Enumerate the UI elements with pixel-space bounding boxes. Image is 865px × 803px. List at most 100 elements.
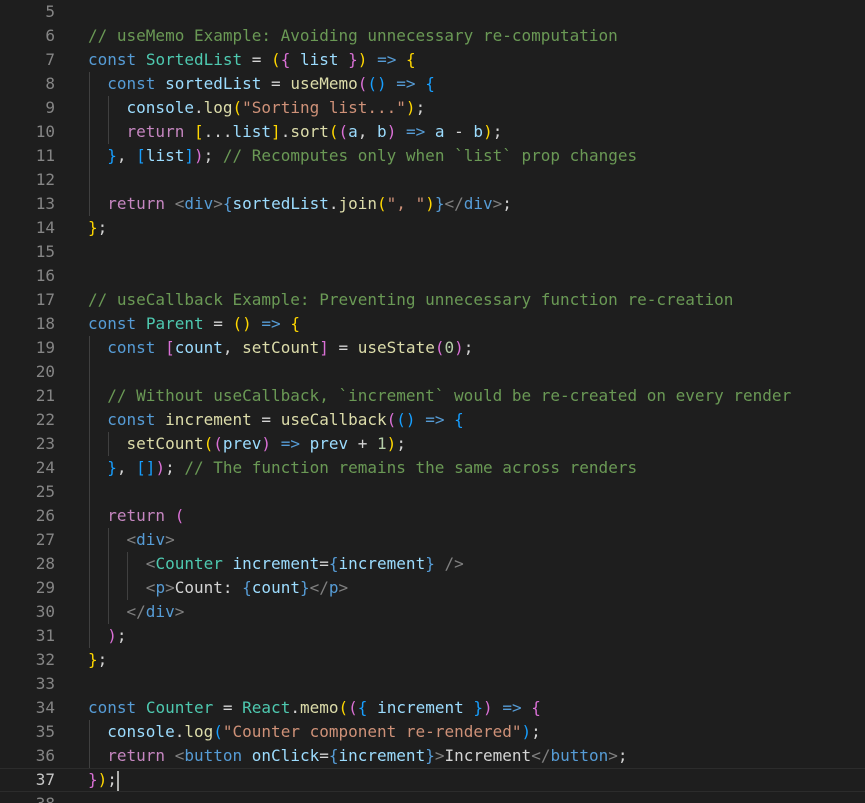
line-code[interactable]: console.log("Sorting list..."); [88, 96, 426, 120]
code-token: ) [386, 434, 397, 453]
code-token: ) [193, 146, 204, 165]
code-token: // useCallback Example: Preventing unnec… [88, 290, 734, 309]
code-token: const [88, 50, 137, 69]
code-line[interactable]: 14}; [0, 216, 865, 240]
line-code[interactable]: // useCallback Example: Preventing unnec… [88, 288, 733, 312]
code-line[interactable]: 9 console.log("Sorting list..."); [0, 96, 865, 120]
code-line[interactable]: 27 <div> [0, 528, 865, 552]
line-code[interactable]: ); [88, 624, 126, 648]
code-line[interactable]: 5 [0, 0, 865, 24]
code-line[interactable]: 38 [0, 792, 865, 803]
code-token: div [184, 194, 214, 213]
line-code[interactable]: const Parent = () => { [88, 312, 300, 336]
line-number: 23 [35, 434, 55, 453]
code-token: console [107, 722, 175, 741]
code-token: [ [165, 338, 175, 357]
code-line[interactable]: 20 [0, 360, 865, 384]
code-token: ( [338, 698, 349, 717]
code-line[interactable]: 32}; [0, 648, 865, 672]
line-number: 26 [35, 506, 55, 525]
code-line[interactable]: 18 const Parent = () => { [0, 312, 865, 336]
code-line[interactable]: 12 [0, 168, 865, 192]
line-code[interactable]: console.log("Counter component re-render… [88, 720, 541, 744]
line-number: 8 [45, 74, 55, 93]
code-token: ] [319, 338, 329, 357]
code-token: { [531, 698, 541, 717]
line-code[interactable]: return [...list].sort((a, b) => a - b); [88, 120, 503, 144]
line-code[interactable]: // useMemo Example: Avoiding unnecessary… [88, 24, 618, 48]
code-token: ] [271, 122, 281, 141]
code-token: => [425, 410, 445, 429]
code-token: </ [126, 602, 146, 621]
code-line[interactable]: 36 return <button onClick={increment}>In… [0, 744, 865, 768]
line-code[interactable]: const [count, setCount] = useState(0); [88, 336, 473, 360]
code-line[interactable]: 24 }, []); // The function remains the s… [0, 456, 865, 480]
line-code[interactable]: const sortedList = useMemo(() => { [88, 72, 435, 96]
code-line[interactable]: 7 const SortedList = ({ list }) => { [0, 48, 865, 72]
code-line[interactable]: 13 return <div>{sortedList.join(", ")}</… [0, 192, 865, 216]
code-editor[interactable]: 5 6 // useMemo Example: Avoiding unnecessa… [0, 0, 865, 803]
line-code[interactable]: return ( [88, 504, 184, 528]
code-token: = [242, 50, 272, 69]
code-line[interactable]: 37}); [0, 768, 865, 792]
line-code[interactable]: <p>Count: {count}</p> [88, 576, 348, 600]
code-token: increment [232, 554, 320, 573]
line-code[interactable]: <Counter increment={increment} /> [88, 552, 464, 576]
line-code[interactable]: </div> [88, 600, 185, 624]
line-code[interactable]: const SortedList = ({ list }) => { [88, 48, 416, 72]
code-line[interactable]: 6 // useMemo Example: Avoiding unnecessar… [0, 24, 865, 48]
code-line[interactable]: 17 // useCallback Example: Preventing unn… [0, 288, 865, 312]
code-line[interactable]: 8 const sortedList = useMemo(() => { [0, 72, 865, 96]
line-number: 24 [35, 458, 55, 477]
line-code[interactable]: <div> [88, 528, 175, 552]
code-line[interactable]: 25 [0, 480, 865, 504]
line-code[interactable]: // Without useCallback, `increment` woul… [88, 384, 791, 408]
code-line[interactable]: 28 <Counter increment={increment} /> [0, 552, 865, 576]
line-code[interactable]: }); [88, 769, 119, 791]
line-code[interactable]: }, [list]); // Recomputes only when `lis… [88, 144, 637, 168]
code-token: console [126, 98, 194, 117]
code-token: list [299, 50, 339, 69]
code-line[interactable]: 21 // Without useCallback, `increment` w… [0, 384, 865, 408]
line-code[interactable]: const increment = useCallback(() => { [88, 408, 463, 432]
code-line[interactable]: 16 [0, 264, 865, 288]
code-line[interactable]: 19 const [count, setCount] = useState(0)… [0, 336, 865, 360]
line-code[interactable]: }; [88, 648, 107, 672]
code-token: return [107, 506, 166, 525]
line-code[interactable]: }, []); // The function remains the same… [88, 456, 637, 480]
code-token: ; [97, 650, 108, 669]
code-line[interactable]: 10 return [...list].sort((a, b) => a - b… [0, 120, 865, 144]
code-token: = [319, 746, 329, 765]
code-token: ) [155, 458, 166, 477]
line-code[interactable]: return <button onClick={increment}>Incre… [88, 744, 627, 768]
code-line[interactable]: 33 [0, 672, 865, 696]
line-code[interactable]: }; [88, 216, 107, 240]
code-line[interactable]: 26 return ( [0, 504, 865, 528]
code-line[interactable]: 31 ); [0, 624, 865, 648]
code-line[interactable]: 34 const Counter = React.memo(({ incremen… [0, 696, 865, 720]
line-number: 10 [35, 122, 55, 141]
code-line[interactable]: 15 [0, 240, 865, 264]
code-token: = [251, 410, 281, 429]
code-token: { [328, 746, 339, 765]
line-code[interactable]: setCount((prev) => prev + 1); [88, 432, 406, 456]
line-number: 11 [35, 146, 55, 165]
code-line[interactable]: 11 }, [list]); // Recomputes only when `… [0, 144, 865, 168]
line-code[interactable]: const Counter = React.memo(({ increment … [88, 696, 541, 720]
code-line[interactable]: 29 <p>Count: {count}</p> [0, 576, 865, 600]
line-code[interactable]: return <div>{sortedList.join(", ")}</div… [88, 192, 512, 216]
line-number: 21 [35, 386, 55, 405]
code-line[interactable]: 23 setCount((prev) => prev + 1); [0, 432, 865, 456]
code-token: = [261, 74, 291, 93]
code-token: ) [454, 338, 464, 357]
code-line[interactable]: 35 console.log("Counter component re-ren… [0, 720, 865, 744]
code-line[interactable]: 30 </div> [0, 600, 865, 624]
code-line[interactable]: 22 const increment = useCallback(() => { [0, 408, 865, 432]
code-token: ( [348, 698, 358, 717]
